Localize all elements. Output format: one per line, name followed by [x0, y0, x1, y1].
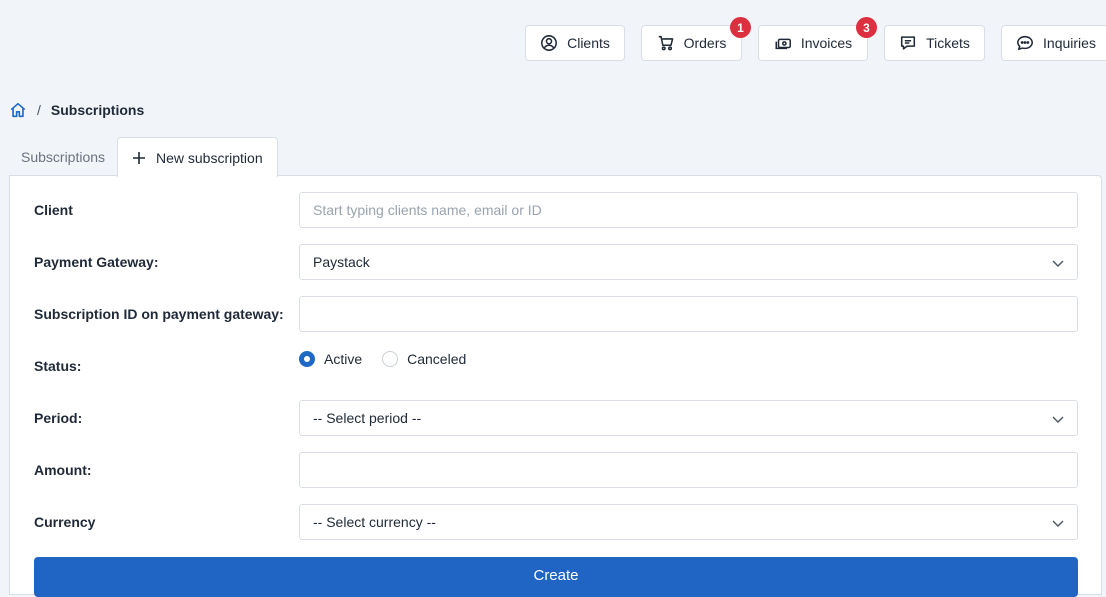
period-select[interactable]: -- Select period -- — [299, 400, 1078, 436]
orders-count-badge: 1 — [730, 17, 751, 38]
tickets-button[interactable]: Tickets — [884, 25, 985, 61]
top-navigation: Clients Orders 1 Invoices 3 Tickets Inqu… — [0, 17, 1106, 61]
invoices-label: Invoices — [800, 35, 853, 51]
home-icon[interactable] — [9, 101, 27, 119]
inquiries-button[interactable]: Inquiries — [1001, 25, 1106, 61]
amount-input[interactable] — [313, 453, 1064, 487]
payment-gateway-label: Payment Gateway: — [34, 254, 159, 270]
amount-field — [299, 452, 1078, 488]
orders-button[interactable]: Orders 1 — [641, 17, 751, 61]
subscription-id-label: Subscription ID on payment gateway: — [34, 306, 284, 322]
currency-label: Currency — [34, 514, 96, 530]
client-row: Client — [34, 192, 1078, 228]
plus-icon — [133, 151, 145, 164]
create-button[interactable]: Create — [34, 557, 1078, 597]
radio-unchecked-icon — [382, 351, 399, 367]
create-button-label: Create — [533, 567, 579, 584]
status-row: Status: Active Canceled — [34, 348, 1078, 384]
breadcrumb-current: Subscriptions — [50, 102, 145, 118]
status-canceled-label: Canceled — [407, 351, 467, 367]
tab-subscriptions[interactable]: Subscriptions — [9, 137, 117, 176]
currency-row: Currency -- Select currency -- — [34, 504, 1078, 540]
clients-button[interactable]: Clients — [525, 25, 625, 61]
client-label: Client — [34, 202, 73, 218]
chevron-down-icon — [1052, 416, 1064, 423]
tab-bar: Subscriptions New subscription — [9, 137, 278, 177]
tab-label: Subscriptions — [21, 148, 106, 165]
clients-label: Clients — [567, 35, 610, 51]
client-field — [299, 192, 1078, 228]
tab-new-subscription[interactable]: New subscription — [117, 137, 278, 177]
chat-bubble-icon — [1017, 35, 1033, 51]
period-value: -- Select period -- — [313, 410, 422, 426]
subscription-id-input[interactable] — [313, 297, 1064, 331]
payment-gateway-row: Payment Gateway: Paystack — [34, 244, 1078, 280]
amount-label: Amount: — [34, 462, 92, 478]
chevron-down-icon — [1052, 260, 1064, 267]
payment-gateway-select[interactable]: Paystack — [299, 244, 1078, 280]
client-search-input[interactable] — [313, 193, 1064, 227]
money-icon — [775, 38, 791, 50]
radio-checked-icon — [299, 351, 315, 367]
currency-value: -- Select currency -- — [313, 514, 436, 530]
new-subscription-form: Client Payment Gateway: Paystack Subscri… — [9, 175, 1102, 597]
chevron-down-icon — [1052, 520, 1064, 527]
breadcrumb-separator: / — [37, 102, 41, 118]
status-active-label: Active — [324, 351, 363, 367]
amount-row: Amount: — [34, 452, 1078, 488]
message-square-icon — [901, 36, 916, 50]
subscription-id-row: Subscription ID on payment gateway: — [34, 296, 1078, 332]
status-label: Status: — [34, 358, 82, 374]
invoices-button[interactable]: Invoices 3 — [758, 17, 877, 61]
status-active-radio[interactable]: Active — [299, 351, 362, 367]
period-label: Period: — [34, 410, 83, 426]
currency-select[interactable]: -- Select currency -- — [299, 504, 1078, 540]
cart-icon — [658, 35, 673, 51]
inquiries-label: Inquiries — [1043, 35, 1096, 51]
subscription-id-field — [299, 296, 1078, 332]
user-circle-icon — [541, 35, 558, 51]
payment-gateway-value: Paystack — [313, 254, 370, 270]
invoices-count-badge: 3 — [856, 17, 877, 38]
status-radio-group: Active Canceled — [299, 349, 466, 369]
orders-label: Orders — [683, 35, 727, 51]
status-canceled-radio[interactable]: Canceled — [382, 351, 466, 367]
tickets-label: Tickets — [926, 35, 970, 51]
period-row: Period: -- Select period -- — [34, 400, 1078, 436]
breadcrumb: / Subscriptions — [9, 101, 144, 119]
tab-label: New subscription — [156, 149, 263, 166]
